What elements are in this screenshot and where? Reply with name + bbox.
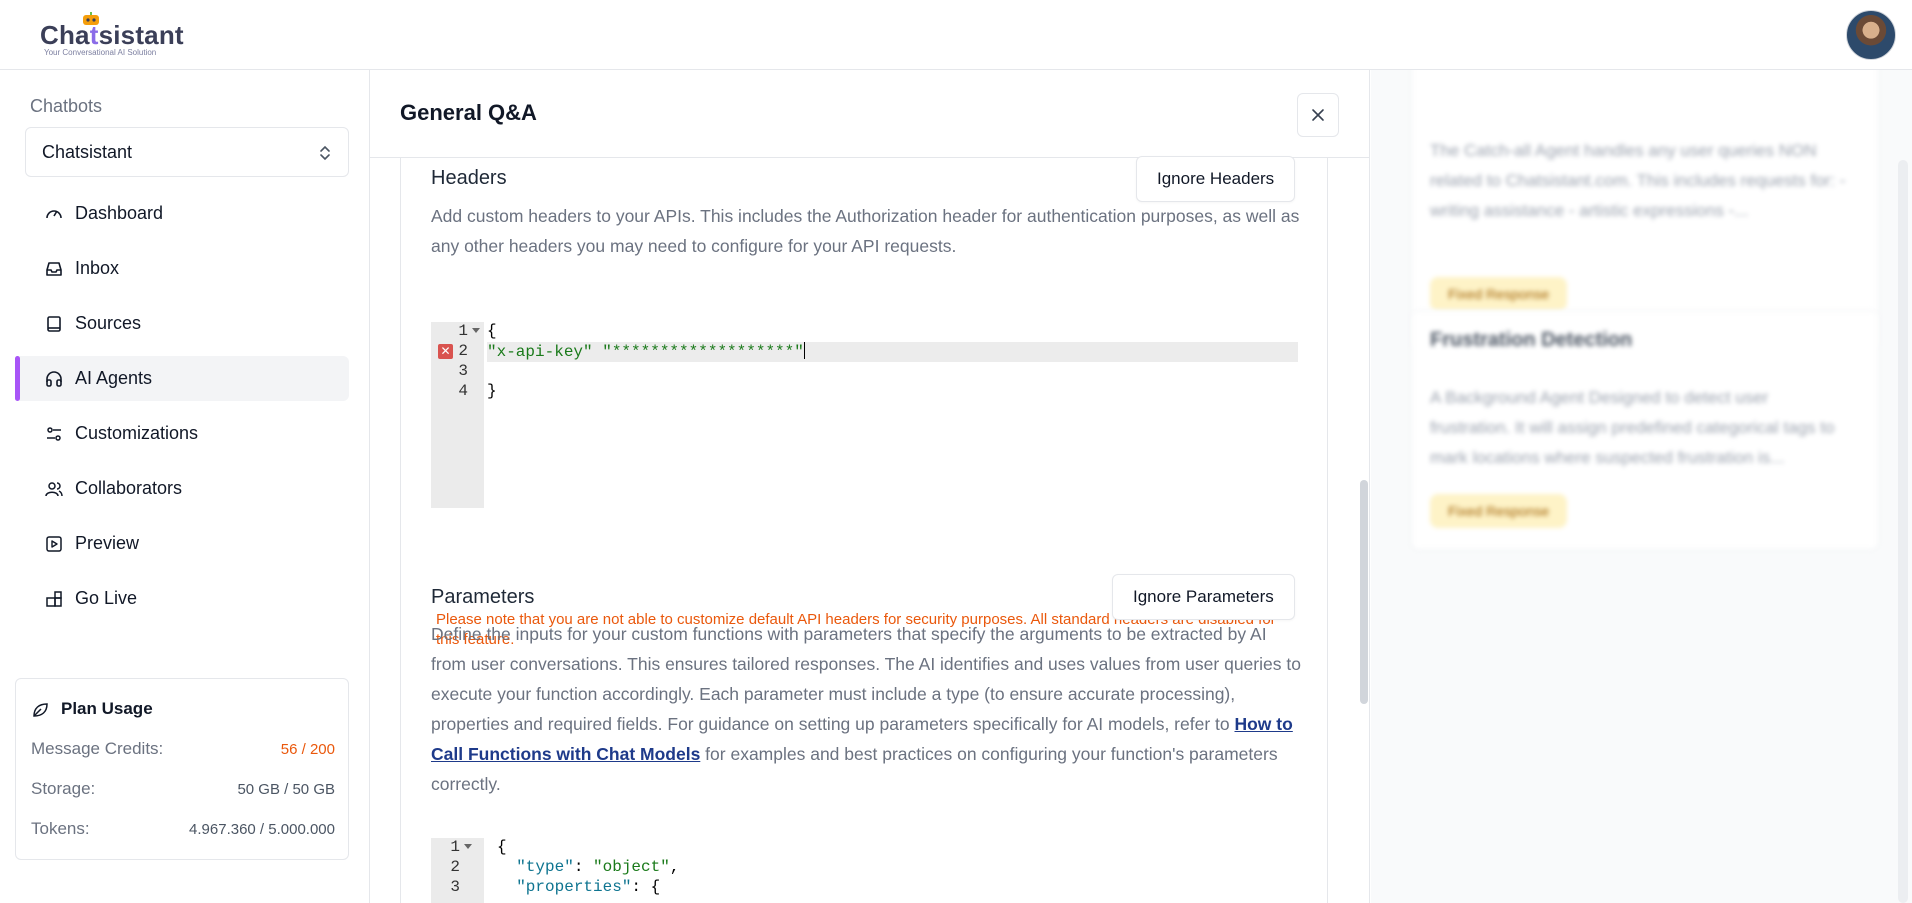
background-agent-title: Frustration Detection [1430,329,1633,351]
gauge-icon [46,210,62,219]
headphones-icon [46,371,62,387]
book-icon [47,316,61,332]
message-credits-label: Message Credits: [31,739,164,758]
background-agent-description: A Background Agent Designed to detect us… [1430,388,1835,467]
headers-description: Add custom headers to your APIs. This in… [431,206,1300,256]
plan-usage-card: Plan Usage Message Credits: 56 / 200 Sto… [15,678,349,860]
tokens-row: Tokens: 4.967.360 / 5.000.000 [31,819,335,843]
text-cursor [803,342,805,359]
line-number: 2 [450,858,460,876]
line-number: 1 [431,322,484,342]
fold-arrow-icon [464,844,472,849]
storage-label: Storage: [31,779,96,798]
sidebar-item-collaborators[interactable]: Collaborators [15,466,349,511]
code-line: } [487,382,497,400]
widgets-icon [46,591,62,607]
panel-title: General Q&A [400,100,537,125]
code-string: "x-api-key" "*******************" [487,343,804,361]
parameters-code-editor[interactable]: 1 2 3 { "type": "object", "properties": … [431,838,1298,903]
message-credits-value: 56 / 200 [280,741,335,758]
function-config-card: Headers Ignore Headers Add custom header… [400,156,1328,903]
message-credits-row: Message Credits: 56 / 200 [31,739,335,763]
headers-code-editor[interactable]: 1 ✕ 2 3 4 { "x-api-key" "****************… [431,322,1298,508]
sidebar-item-label: AI Agents [75,368,153,388]
sidebar-item-preview[interactable]: Preview [15,521,349,566]
code-line-active: "x-api-key" "*******************" [487,342,1298,362]
line-number: 3 [458,362,468,380]
storage-row: Storage: 50 GB / 50 GB [31,779,335,803]
parameters-description-text: Define the inputs for your custom functi… [431,624,1301,734]
sidebar-item-label: Customizations [75,423,199,443]
sidebar-item-label: Preview [75,533,140,553]
users-icon [45,482,63,497]
panel-scrollbar-thumb[interactable] [1360,480,1368,704]
background-agent-badge: Fixed Response [1430,277,1568,311]
agent-edit-panel: General Q&A Headers Ignore Headers Add c… [370,70,1370,903]
background-scrollbar[interactable] [1898,160,1908,903]
sidebar-nav: Dashboard Inbox Sources AI Agents Custom… [15,191,349,631]
ignore-headers-button[interactable]: Ignore Headers [1136,156,1296,202]
close-button[interactable] [1297,93,1339,137]
top-bar: Chatsistant Your Conversational AI Solut… [0,0,1912,70]
background-agent-badge: Fixed Response [1430,494,1568,528]
sidebar-item-label: Collaborators [75,478,183,498]
line-number: 1 [431,838,484,858]
fold-arrow-icon [472,328,480,333]
sidebar-item-label: Sources [75,313,142,333]
logo-tagline: Your Conversational AI Solution [44,48,157,57]
chatbot-select[interactable]: Chatsistant [25,127,349,177]
line-number: 4 [458,382,468,400]
error-marker-icon: ✕ [438,344,453,359]
sidebar-item-label: Inbox [75,258,120,278]
tokens-label: Tokens: [31,819,90,838]
sidebar-item-customizations[interactable]: Customizations [15,411,349,456]
background-agent-description: The Catch-all Agent handles any user que… [1430,141,1846,220]
line-number: ✕ 2 [431,342,484,362]
chatbots-label: Chatbots [30,96,103,116]
chatbot-select-value: Chatsistant [42,142,133,162]
background-agents-list: The Catch-all Agent handles any user que… [1371,70,1912,903]
plan-usage-title: Plan Usage [61,699,153,718]
storage-value: 50 GB / 50 GB [237,781,335,798]
logo[interactable]: Chatsistant Your Conversational AI Solut… [40,12,190,58]
code-line: { [497,838,507,856]
logo-wordmark: Chatsistant [40,20,184,50]
sliders-icon [47,427,61,441]
ignore-parameters-button[interactable]: Ignore Parameters [1112,574,1295,620]
tokens-value: 4.967.360 / 5.000.000 [189,821,335,838]
chevron-up-down-icon [320,145,330,161]
parameters-description: Define the inputs for your custom functi… [431,619,1301,799]
parameters-title: Parameters [431,586,535,608]
sidebar-item-label: Go Live [75,588,138,608]
headers-title: Headers [431,167,507,189]
code-line: { [487,322,497,340]
sidebar-item-inbox[interactable]: Inbox [15,246,349,291]
user-avatar[interactable] [1846,10,1896,60]
leaf-icon [33,703,48,717]
sidebar-item-label: Dashboard [75,203,164,223]
play-square-icon [46,536,62,552]
sidebar-item-sources[interactable]: Sources [15,301,349,346]
code-line: "properties": { [516,878,661,896]
sidebar-item-dashboard[interactable]: Dashboard [15,191,349,236]
inbox-icon [46,262,62,276]
panel-header: General Q&A [370,70,1370,158]
background-agent-card: The Catch-all Agent handles any user que… [1411,70,1879,350]
background-agent-card: Frustration Detection A Background Agent… [1411,310,1879,550]
code-line: "type": "object", [516,858,680,876]
sidebar-item-ai-agents[interactable]: AI Agents [15,356,349,401]
sidebar: Chatbots Chatsistant Dashboard Inbox Sou… [0,70,370,903]
line-number: 3 [450,878,460,896]
sidebar-item-go-live[interactable]: Go Live [15,576,349,621]
close-icon [1312,109,1324,121]
